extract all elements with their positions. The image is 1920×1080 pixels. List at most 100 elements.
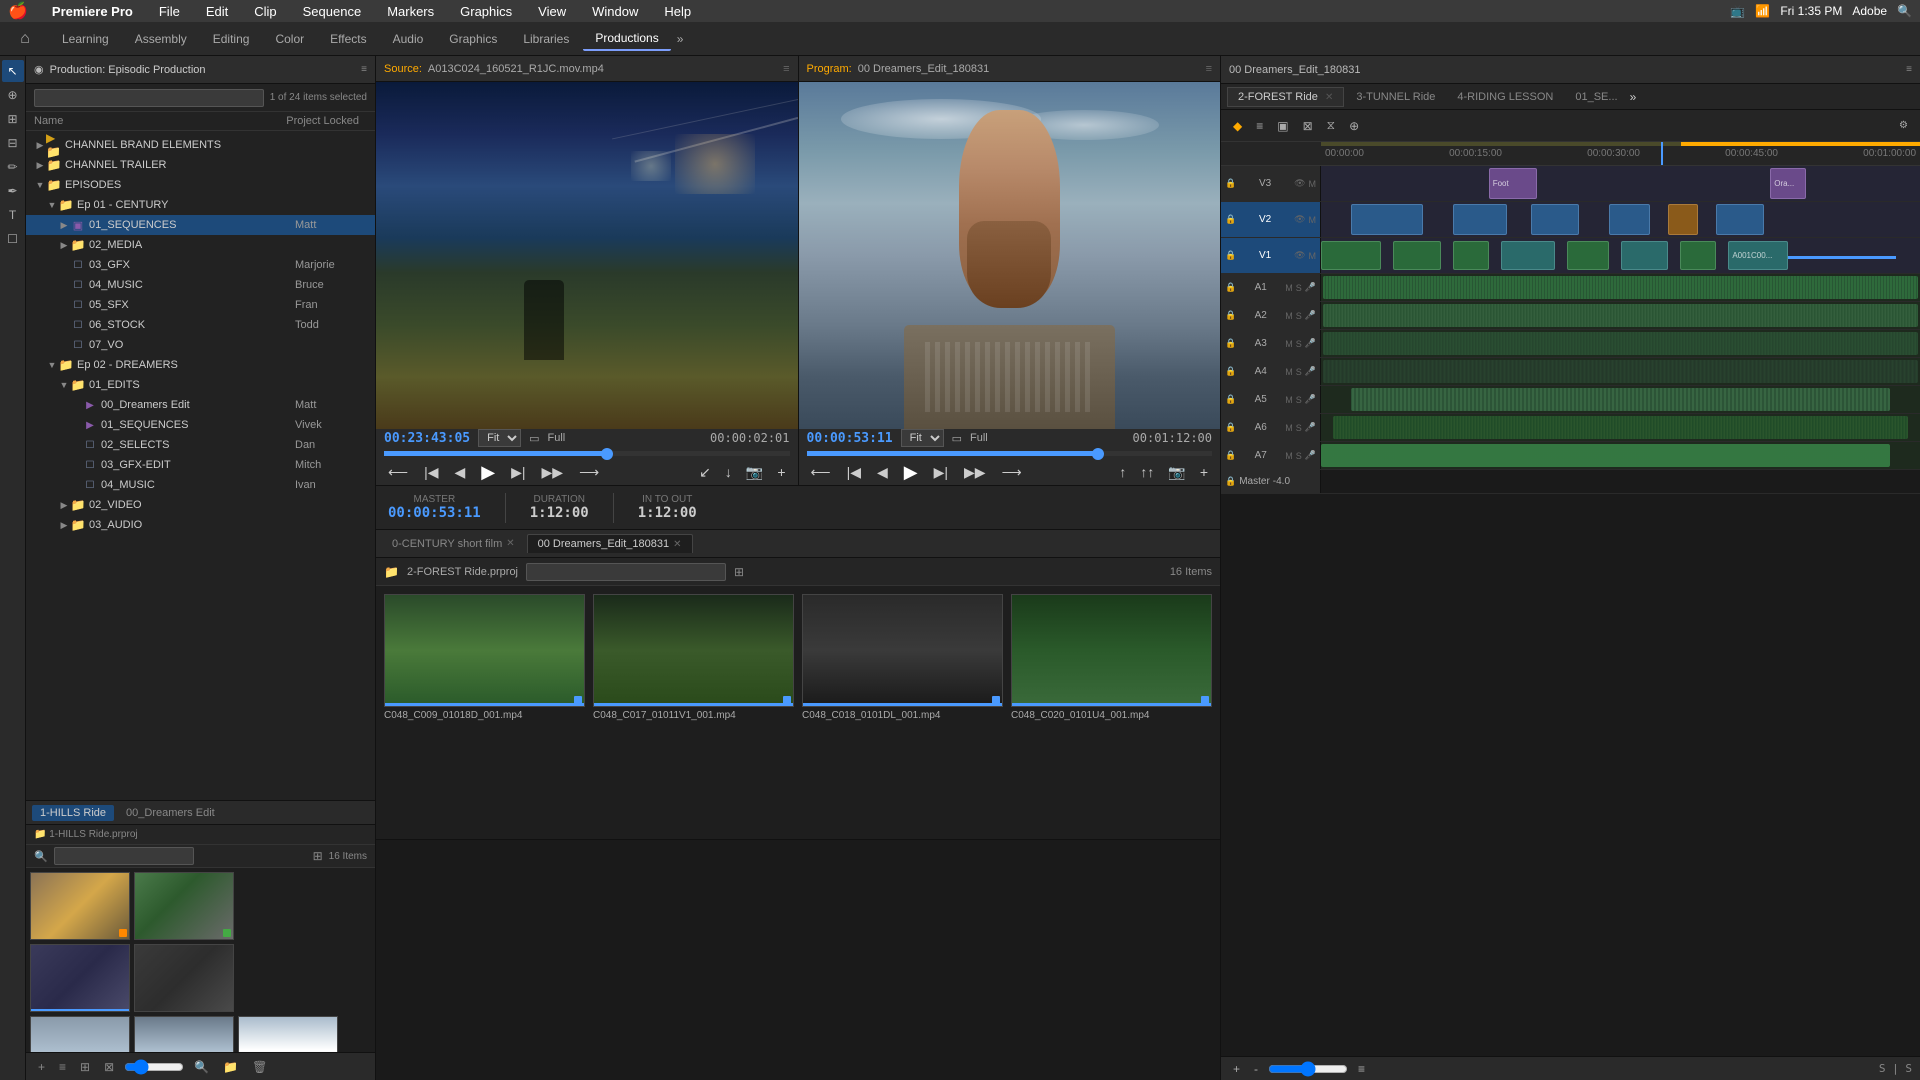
source-mark-in[interactable]: ⟵ — [384, 462, 412, 483]
project-search-input[interactable] — [34, 89, 264, 107]
track-a3-s[interactable]: S — [1296, 339, 1302, 349]
tree-channel-trailer[interactable]: ▶ 📁 CHANNEL TRAILER — [26, 155, 375, 175]
track-v2-eye[interactable]: 👁 — [1294, 214, 1305, 225]
menu-file[interactable]: File — [153, 2, 186, 21]
add-bin-button[interactable]: + — [34, 1058, 49, 1076]
source-frame-back[interactable]: ◀ — [450, 462, 469, 483]
track-a5-lock[interactable]: 🔒 — [1225, 394, 1236, 405]
tl-tab-riding[interactable]: 4-RIDING LESSON — [1447, 88, 1563, 106]
tree-ep02-04-music[interactable]: ▶ ☐ 04_MUSIC Ivan — [26, 475, 375, 495]
track-a5-m[interactable]: M — [1285, 395, 1293, 405]
menu-graphics[interactable]: Graphics — [454, 2, 518, 21]
source-frame-fwd[interactable]: ▶| — [507, 462, 529, 483]
v2-clip-5[interactable] — [1668, 204, 1698, 236]
v1-clip-8[interactable]: A001C00... — [1728, 241, 1788, 271]
tree-03-gfx-edit[interactable]: ▶ ☐ 03_GFX-EDIT Mitch — [26, 455, 375, 475]
program-frame-fwd[interactable]: ▶| — [930, 462, 952, 483]
v3-clip-2[interactable]: Ora... — [1770, 168, 1806, 200]
close-forest-tab[interactable]: ✕ — [1325, 92, 1333, 103]
size-slider[interactable] — [124, 1059, 184, 1075]
track-a4-lock[interactable]: 🔒 — [1225, 366, 1236, 377]
crop-tool[interactable]: ⊞ — [2, 108, 24, 130]
source-play-button[interactable]: ▶ — [477, 460, 499, 485]
v1-clip-4[interactable] — [1501, 241, 1555, 271]
source-fit-select[interactable]: Fit — [478, 429, 521, 447]
track-a6-s[interactable]: S — [1296, 423, 1302, 433]
bin-columns-icon[interactable]: ⊞ — [734, 565, 744, 579]
panel-menu-button[interactable]: ≡ — [361, 64, 367, 75]
track-v2-solo[interactable]: M — [1309, 215, 1317, 225]
expand-arrow[interactable]: ▶ — [58, 500, 70, 511]
brush-tool[interactable]: ✏ — [2, 156, 24, 178]
track-master-lock[interactable]: 🔒 — [1225, 476, 1236, 487]
pen-tool[interactable]: ✒ — [2, 180, 24, 202]
thumb-2[interactable] — [134, 872, 234, 940]
tab-dreamers-edit-bin[interactable]: 00 Dreamers_Edit_180831 ✕ — [527, 534, 693, 553]
expand-arrow[interactable]: ▶ — [34, 140, 46, 151]
tl-settings-icon[interactable]: ⚙ — [1895, 118, 1912, 133]
program-playhead[interactable] — [1092, 448, 1104, 460]
bin-clip-2[interactable]: C048_C017_01011V1_001.mp4 — [593, 594, 794, 721]
program-step-fwd[interactable]: ▶▶ — [960, 462, 990, 483]
program-mark-in[interactable]: ⟵ — [807, 462, 835, 483]
tab-audio[interactable]: Audio — [381, 28, 436, 50]
v1-clip-6[interactable] — [1621, 241, 1669, 271]
bin-clip-3[interactable]: C048_C018_0101DL_001.mp4 — [802, 594, 1003, 721]
thumb-4[interactable] — [134, 944, 234, 1012]
tree-02-selects[interactable]: ▶ ☐ 02_SELECTS Dan — [26, 435, 375, 455]
tl-magnet-button[interactable]: ⊕ — [1345, 117, 1363, 135]
tl-marker-button[interactable]: ◆ — [1229, 117, 1246, 135]
fit-tool[interactable]: ⊕ — [2, 84, 24, 106]
list-view-button[interactable]: ≡ — [55, 1058, 70, 1076]
v2-clip-1[interactable] — [1351, 204, 1423, 236]
track-a2-m[interactable]: M — [1285, 311, 1293, 321]
menu-sequence[interactable]: Sequence — [297, 2, 368, 21]
bin-clip-1[interactable]: C048_C009_01018D_001.mp4 — [384, 594, 585, 721]
thumb-3[interactable] — [30, 944, 130, 1012]
track-a1-s[interactable]: S — [1296, 283, 1302, 293]
expand-arrow[interactable]: ▶ — [58, 220, 70, 231]
thumb-5[interactable] — [30, 1016, 130, 1052]
program-camera-button[interactable]: 📷 — [1164, 462, 1189, 483]
home-button[interactable]: ⌂ — [10, 24, 40, 54]
v2-clip-3[interactable] — [1531, 204, 1579, 236]
tab-libraries[interactable]: Libraries — [511, 28, 581, 50]
tl-zoom-out[interactable]: - — [1250, 1060, 1262, 1078]
type-tool[interactable]: T — [2, 204, 24, 226]
tree-03-audio[interactable]: ▶ 📁 03_AUDIO — [26, 515, 375, 535]
tab-editing[interactable]: Editing — [201, 28, 262, 50]
tab-hills-ride[interactable]: 1-HILLS Ride — [32, 805, 114, 821]
source-add-button[interactable]: + — [773, 462, 789, 483]
track-v1-eye[interactable]: 👁 — [1294, 250, 1305, 261]
tl-list-button[interactable]: ≡ — [1252, 117, 1267, 135]
track-a7-s[interactable]: S — [1296, 451, 1302, 461]
track-a4-m[interactable]: M — [1285, 367, 1293, 377]
bottom-search-input[interactable] — [54, 847, 194, 865]
thumb-7[interactable] — [238, 1016, 338, 1052]
program-play-button[interactable]: ▶ — [900, 460, 922, 485]
expand-arrow[interactable]: ▼ — [34, 180, 46, 190]
tab-dreamers-edit[interactable]: 00_Dreamers Edit — [118, 805, 223, 821]
track-a4-s[interactable]: S — [1296, 367, 1302, 377]
tl-video-button[interactable]: ▣ — [1273, 117, 1292, 135]
tab-assembly[interactable]: Assembly — [123, 28, 199, 50]
tab-century-film[interactable]: 0-CENTURY short film ✕ — [382, 535, 525, 553]
program-frame-back[interactable]: ◀ — [873, 462, 892, 483]
menu-help[interactable]: Help — [658, 2, 697, 21]
track-v1-solo[interactable]: M — [1309, 251, 1317, 261]
track-a6-m[interactable]: M — [1285, 423, 1293, 433]
automate-button[interactable]: ⊠ — [100, 1058, 118, 1076]
tl-tab-tunnel[interactable]: 3-TUNNEL Ride — [1346, 88, 1445, 106]
source-playhead[interactable] — [601, 448, 613, 460]
track-v3-lock[interactable]: 🔒 — [1225, 178, 1236, 189]
select-tool[interactable]: ↖ — [2, 60, 24, 82]
program-fit-select[interactable]: Fit — [901, 429, 944, 447]
program-step-back[interactable]: |◀ — [843, 462, 865, 483]
century-tab-close[interactable]: ✕ — [506, 538, 514, 549]
app-name[interactable]: Premiere Pro — [46, 2, 139, 21]
more-tabs-button[interactable]: » — [671, 28, 690, 50]
track-a2-s[interactable]: S — [1296, 311, 1302, 321]
track-v3-eye[interactable]: 👁 — [1294, 178, 1305, 189]
v3-clip-1[interactable]: Foot — [1489, 168, 1537, 200]
track-v3-solo[interactable]: M — [1309, 179, 1317, 189]
